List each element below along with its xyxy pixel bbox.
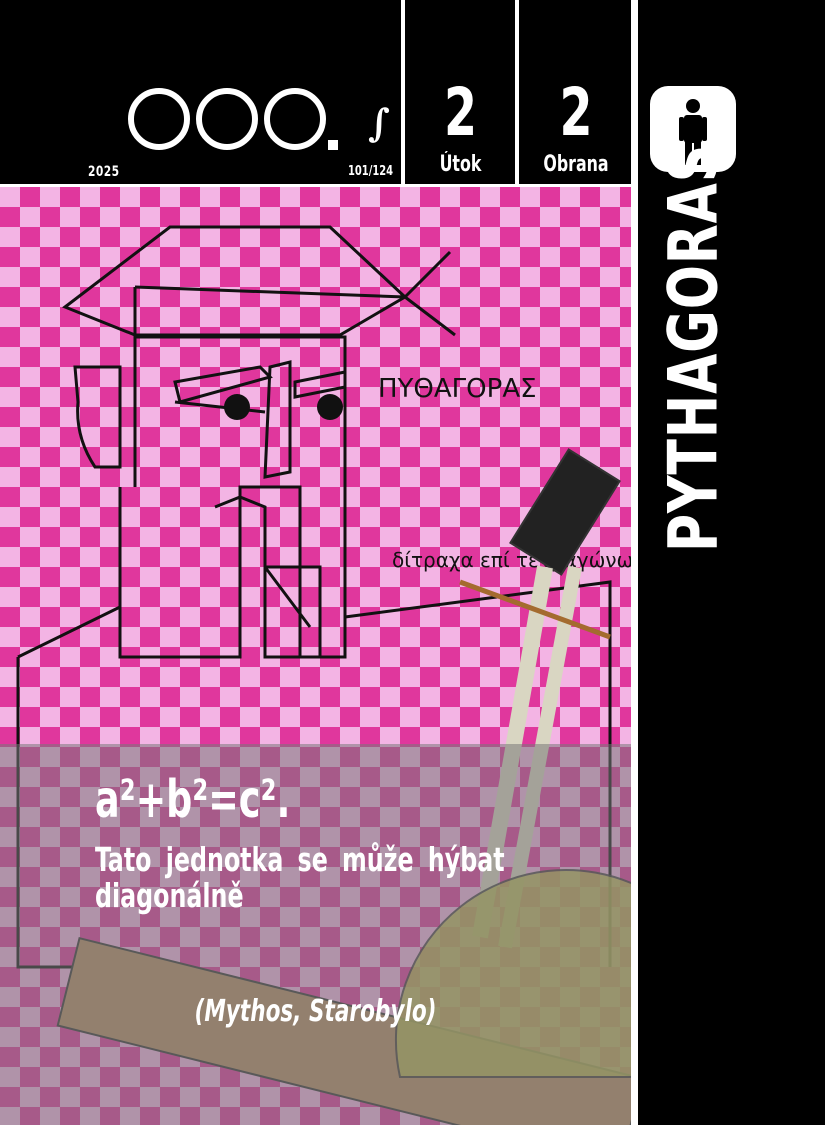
- cost-ring-icon: [196, 88, 258, 150]
- ability-text-content: Tato jednotka se může hýbat diagonálně: [95, 840, 505, 916]
- defense-label: Obrana: [543, 152, 609, 177]
- divider: [401, 0, 405, 186]
- attack-value: 2: [443, 74, 478, 151]
- attack-label: Útok: [439, 152, 482, 177]
- cost-dot-icon: [328, 140, 338, 150]
- sketch-label-1: ΠΥΘΑΓΟΡΑΣ: [378, 374, 537, 404]
- flavor-text: (Mythos, Starobylo): [194, 994, 437, 1029]
- attack-panel: 2 Útok: [406, 0, 515, 184]
- divider: [515, 0, 519, 186]
- ability-text: Tato jednotka se může hýbat diagonálně: [95, 840, 607, 916]
- defense-panel: 2 Obrana: [521, 0, 631, 184]
- cost-panel: ∫ 2025 101/124: [0, 0, 401, 184]
- card-number: 101/124: [347, 164, 393, 179]
- side-border: [631, 0, 638, 1125]
- cost-ring-icon: [128, 88, 190, 150]
- card-year: 2025: [88, 164, 120, 180]
- card: ∫ 2025 101/124 2 Útok 2 Obrana PYTHAGORA…: [0, 0, 825, 1125]
- cost-ring-icon: [264, 88, 326, 150]
- sketch-label-2: δίτραχα επί τετραγώνω: [392, 548, 631, 572]
- integral-symbol: ∫: [368, 100, 391, 145]
- formula: a²+b²=c².: [95, 770, 291, 830]
- card-name-text: PYTHAGORAS: [654, 143, 734, 553]
- cost-rings: [128, 88, 326, 150]
- card-name: PYTHAGORAS: [644, 144, 744, 552]
- card-artwork: ΠΥΘΑΓΟΡΑΣ δίτραχα επί τετραγώνω a²+b²=c²…: [0, 187, 631, 1125]
- defense-value: 2: [559, 74, 593, 151]
